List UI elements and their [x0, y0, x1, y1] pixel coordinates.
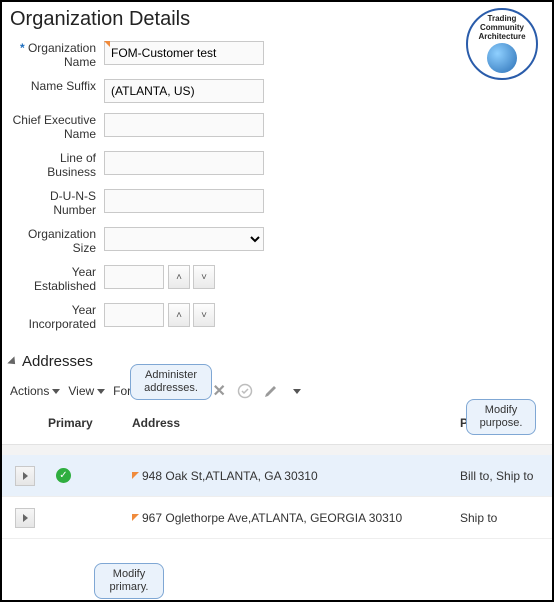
purpose-text: Bill to, Ship to: [460, 469, 552, 483]
table-spacer: [2, 445, 552, 455]
address-text: 967 Oglethorpe Ave,ATLANTA, GEORGIA 3031…: [142, 511, 402, 525]
org-size-label: Organization Size: [10, 227, 104, 255]
lob-input[interactable]: [104, 151, 264, 175]
year-est-up-button[interactable]: ˄: [168, 265, 190, 289]
ceo-name-label: Chief Executive Name: [10, 113, 104, 141]
year-inc-down-button[interactable]: ˅: [193, 303, 215, 327]
duns-label: D-U-N-S Number: [10, 189, 104, 217]
year-est-input[interactable]: [104, 265, 164, 289]
caret-down-icon: [97, 389, 105, 394]
caret-down-icon: [52, 389, 60, 394]
logo-line2: Community: [480, 23, 524, 32]
org-name-label-text: Organization Name: [28, 41, 96, 69]
more-menu[interactable]: [288, 382, 306, 400]
changed-indicator-icon: [132, 514, 139, 521]
chevron-up-icon: ˄: [176, 272, 182, 283]
triangle-right-icon: [23, 514, 28, 522]
year-inc-label: Year Incorporated: [10, 303, 104, 331]
expand-row-button[interactable]: [15, 508, 35, 528]
callout-modify-purpose: Modify purpose.: [466, 399, 536, 435]
primary-check-icon: ✓: [56, 468, 71, 483]
changed-indicator-icon: [104, 41, 110, 47]
name-suffix-input[interactable]: [104, 79, 264, 103]
address-text: 948 Oak St,ATLANTA, GA 30310: [142, 469, 318, 483]
view-menu[interactable]: View: [68, 384, 105, 398]
logo-line3: Architecture: [478, 32, 525, 41]
table-row[interactable]: ✓ 948 Oak St,ATLANTA, GA 30310 Bill to, …: [2, 455, 552, 497]
col-primary-header[interactable]: Primary: [48, 416, 132, 430]
callout-administer-addresses: Administer addresses.: [130, 364, 212, 400]
disclosure-triangle-icon[interactable]: [7, 356, 18, 367]
year-est-down-button[interactable]: ˅: [193, 265, 215, 289]
chevron-down-icon: ˅: [201, 272, 207, 283]
org-name-label: * Organization Name: [10, 41, 104, 69]
organization-form: * Organization Name Name Suffix Chief Ex…: [2, 33, 552, 345]
caret-down-icon: [293, 389, 301, 394]
approve-icon[interactable]: [236, 382, 254, 400]
ceo-name-input[interactable]: [104, 113, 264, 137]
chevron-down-icon: ˅: [201, 310, 207, 321]
edit-icon[interactable]: [262, 382, 280, 400]
org-size-select[interactable]: [104, 227, 264, 251]
actions-menu[interactable]: Actions: [10, 384, 60, 398]
duns-input[interactable]: [104, 189, 264, 213]
actions-label: Actions: [10, 384, 49, 398]
logo-line1: Trading: [488, 14, 517, 23]
view-label: View: [68, 384, 94, 398]
lob-label: Line of Business: [10, 151, 104, 179]
brand-logo: Trading Community Architecture: [466, 8, 538, 80]
org-name-input[interactable]: [104, 41, 264, 65]
expand-row-button[interactable]: [15, 466, 35, 486]
chevron-up-icon: ˄: [176, 310, 182, 321]
year-inc-up-button[interactable]: ˄: [168, 303, 190, 327]
year-est-label: Year Established: [10, 265, 104, 293]
triangle-right-icon: [23, 472, 28, 480]
globe-icon: [487, 43, 517, 73]
changed-indicator-icon: [132, 472, 139, 479]
delete-icon[interactable]: ✕: [210, 382, 228, 400]
logo-text: Trading Community Architecture: [478, 14, 525, 41]
table-row[interactable]: 967 Oglethorpe Ave,ATLANTA, GEORGIA 3031…: [2, 497, 552, 539]
addresses-section-title: Addresses: [22, 353, 93, 370]
callout-modify-primary: Modify primary.: [94, 563, 164, 599]
name-suffix-label: Name Suffix: [10, 79, 104, 93]
year-inc-input[interactable]: [104, 303, 164, 327]
purpose-text: Ship to: [460, 511, 552, 525]
col-address-header[interactable]: Address: [132, 416, 460, 430]
